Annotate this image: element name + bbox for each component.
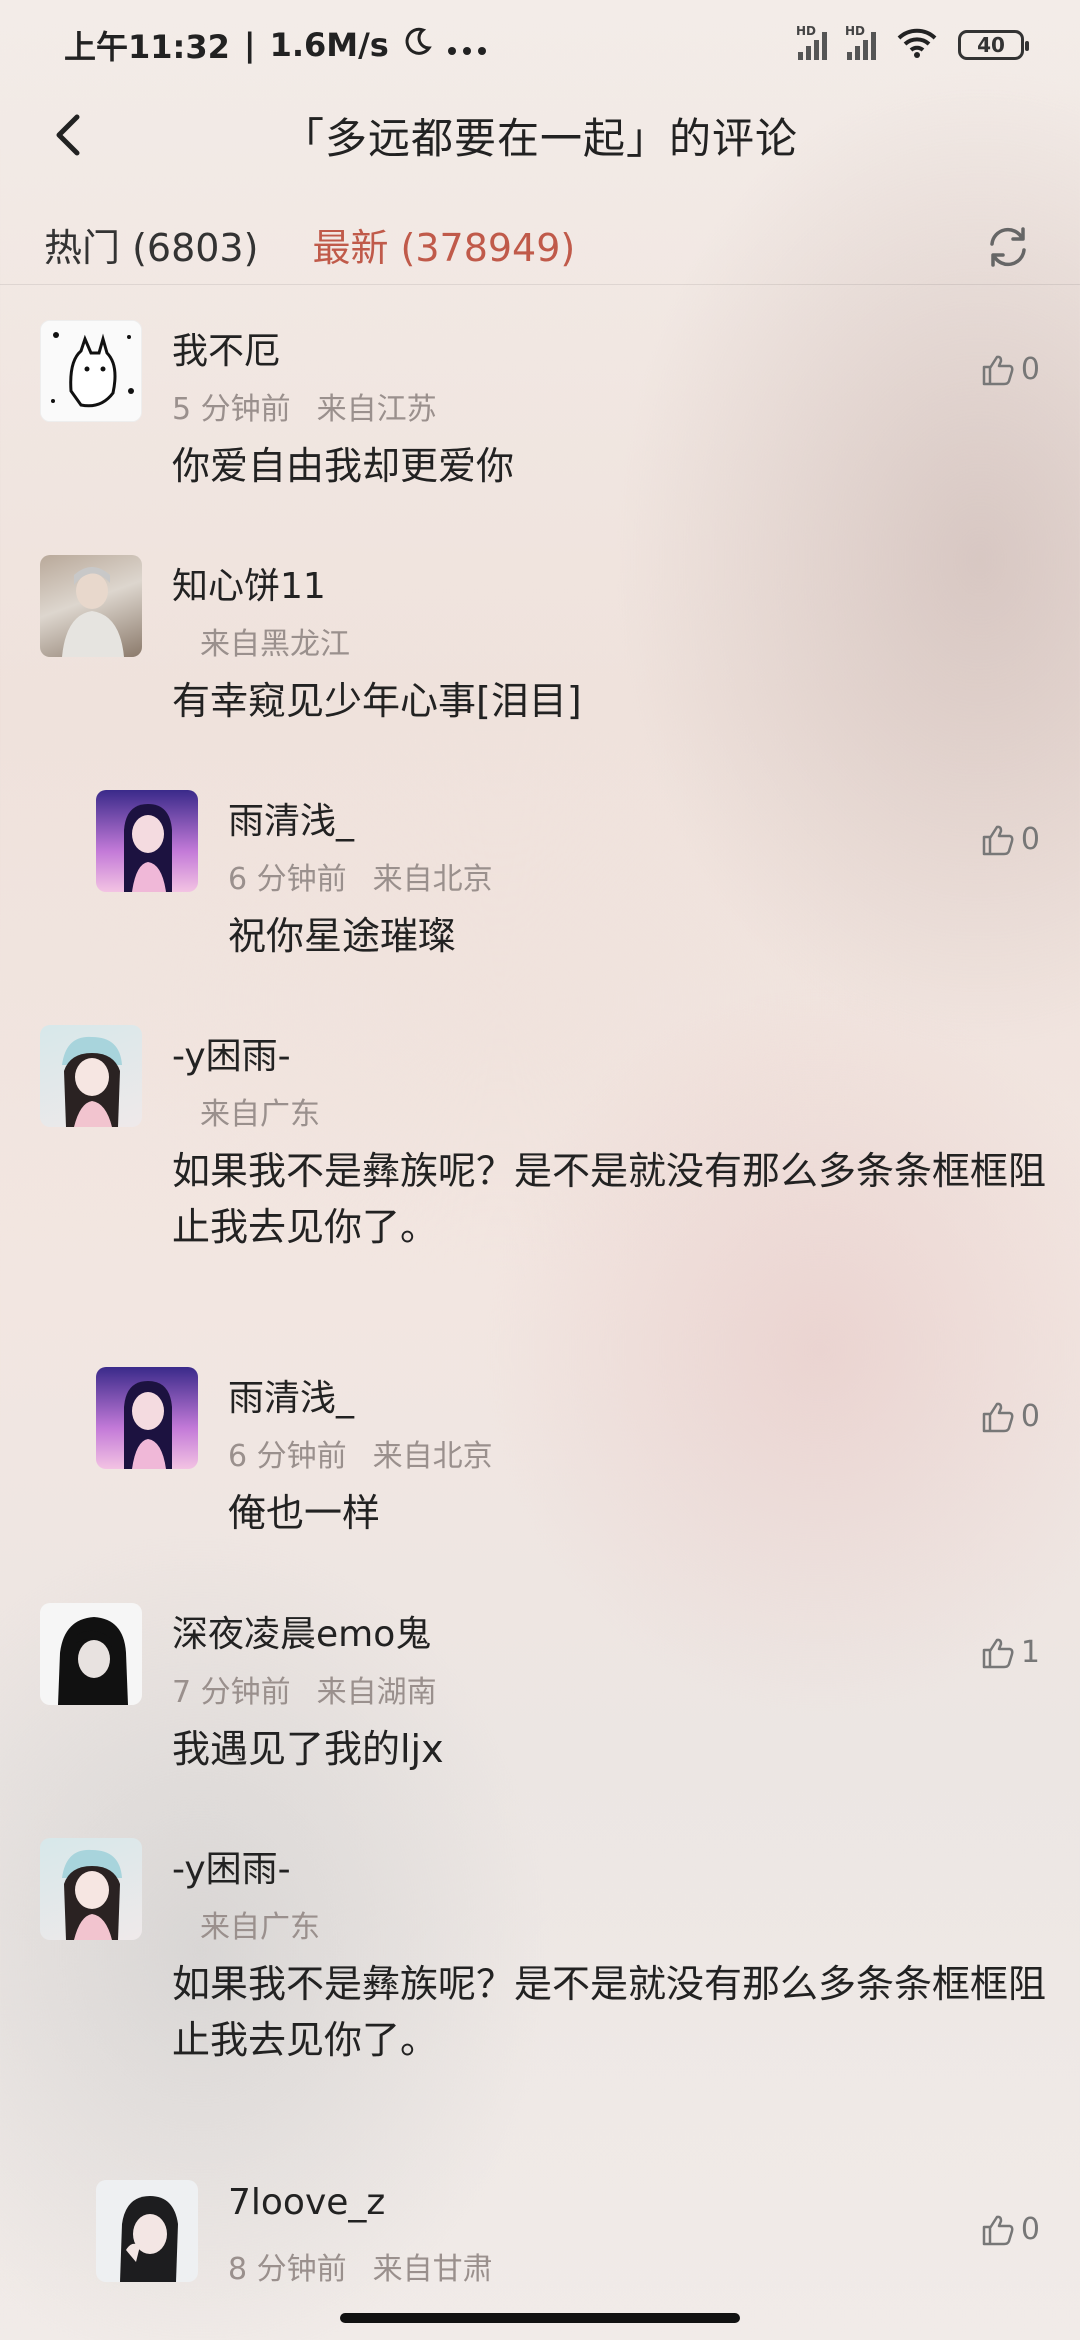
comment-time: 5 分钟前	[172, 392, 291, 427]
comment-text: 如果我不是彝族呢？是不是就没有那么多条条框框阻止我去见你了。	[172, 1149, 1047, 1249]
page-title: 「多远都要在一起」的评论	[281, 113, 798, 163]
thumbs-up-icon	[982, 355, 1014, 385]
status-left: 上午11:32 | 1.6M/s	[64, 22, 487, 68]
like-count: 0	[1020, 822, 1040, 857]
avatar[interactable]	[40, 555, 142, 657]
comment-text: 有幸窥见少年心事[泪目]	[172, 679, 582, 723]
comment-time: 7 分钟前	[172, 1675, 291, 1710]
username[interactable]: -y困雨-	[172, 1840, 291, 1892]
comment-location: 来自黑龙江	[200, 627, 350, 662]
network-speed: 1.6M/s	[269, 26, 389, 64]
refresh-button[interactable]	[980, 219, 1036, 275]
avatar[interactable]	[40, 320, 142, 422]
more-dots-icon	[447, 26, 487, 64]
comment-meta: 8 分钟前 来自甘肃	[228, 2244, 519, 2288]
refresh-icon	[990, 227, 1026, 267]
comment-time: 6 分钟前	[228, 862, 347, 897]
hd-label-2: HD	[845, 24, 866, 38]
signal-1-icon: HD	[796, 24, 827, 60]
avatar[interactable]	[40, 1603, 142, 1705]
comment-location: 来自北京	[372, 862, 493, 897]
thumbs-up-icon	[982, 825, 1014, 855]
status-bar: 上午11:32 | 1.6M/s HD HD 40	[0, 0, 1080, 90]
comment-meta: 来自广东	[200, 1089, 346, 1133]
battery-icon: 40	[958, 30, 1029, 60]
like-count: 0	[1020, 1399, 1040, 1434]
username[interactable]: 深夜凌晨emo鬼	[172, 1605, 431, 1657]
comment-time: 8 分钟前	[228, 2252, 347, 2287]
signal-2-icon: HD	[845, 24, 876, 60]
username[interactable]: 雨清浅_	[228, 792, 354, 844]
comment-time: 6 分钟前	[228, 1439, 347, 1474]
comment-meta: 6 分钟前 来自北京	[228, 854, 519, 898]
back-button[interactable]	[40, 107, 96, 163]
home-indicator[interactable]	[340, 2313, 740, 2323]
comment-text: 我遇见了我的ljx	[172, 1727, 444, 1771]
comment-meta: 6 分钟前 来自北京	[228, 1431, 519, 1475]
comment-location: 来自湖南	[316, 1675, 437, 1710]
like-button[interactable]: 0	[981, 822, 1040, 857]
like-button[interactable]: 1	[981, 1635, 1040, 1670]
back-arrow-icon	[56, 114, 80, 156]
status-right: HD HD 40	[796, 24, 1029, 63]
like-count: 0	[1020, 352, 1040, 387]
battery-level: 40	[977, 33, 1005, 57]
tab-latest[interactable]: 最新 (378949)	[312, 217, 575, 272]
thumbs-up-icon	[982, 1402, 1014, 1432]
comment-location: 来自甘肃	[372, 2252, 493, 2287]
comment-location: 来自广东	[200, 1910, 320, 1945]
username[interactable]: 7loove_z	[228, 2182, 385, 2223]
like-button[interactable]: 0	[981, 2212, 1040, 2247]
comment-text: 俺也一样	[228, 1491, 381, 1535]
status-separator: |	[243, 26, 256, 64]
username[interactable]: 我不厄	[172, 322, 280, 374]
username[interactable]: -y困雨-	[172, 1027, 291, 1079]
avatar[interactable]	[96, 1367, 198, 1469]
tab-hot[interactable]: 热门 (6803)	[44, 217, 258, 272]
like-count: 1	[1020, 1635, 1040, 1670]
page-header: 「多远都要在一起」的评论	[0, 95, 1080, 175]
like-button[interactable]: 0	[981, 352, 1040, 387]
wifi-icon	[896, 27, 938, 63]
username[interactable]: 雨清浅_	[228, 1369, 354, 1421]
comment-meta: 5 分钟前 来自江苏	[172, 384, 463, 428]
comment-location: 来自北京	[372, 1439, 493, 1474]
comment-text: 如果我不是彝族呢？是不是就没有那么多条条框框阻止我去见你了。	[172, 1962, 1047, 2062]
avatar[interactable]	[96, 790, 198, 892]
comment-location: 来自江苏	[316, 392, 437, 427]
avatar[interactable]	[96, 2180, 198, 2282]
comment-meta: 来自黑龙江	[200, 619, 376, 663]
like-count: 0	[1020, 2212, 1040, 2247]
thumbs-up-icon	[982, 2215, 1014, 2245]
thumbs-up-icon	[982, 1638, 1014, 1668]
comment-meta: 来自广东	[200, 1902, 346, 1946]
username[interactable]: 知心饼11	[172, 557, 326, 609]
comment-location: 来自广东	[200, 1097, 320, 1132]
hd-label-1: HD	[796, 24, 817, 38]
like-button[interactable]: 0	[981, 1399, 1040, 1434]
moon-icon	[403, 26, 433, 64]
avatar[interactable]	[40, 1025, 142, 1127]
avatar[interactable]	[40, 1838, 142, 1940]
comment-tabs: 热门 (6803) 最新 (378949)	[0, 205, 1080, 285]
comment-meta: 7 分钟前 来自湖南	[172, 1667, 463, 1711]
status-time: 上午11:32	[64, 28, 230, 66]
comment-text: 祝你星途璀璨	[228, 914, 457, 958]
comment-text: 你爱自由我却更爱你	[172, 444, 515, 488]
